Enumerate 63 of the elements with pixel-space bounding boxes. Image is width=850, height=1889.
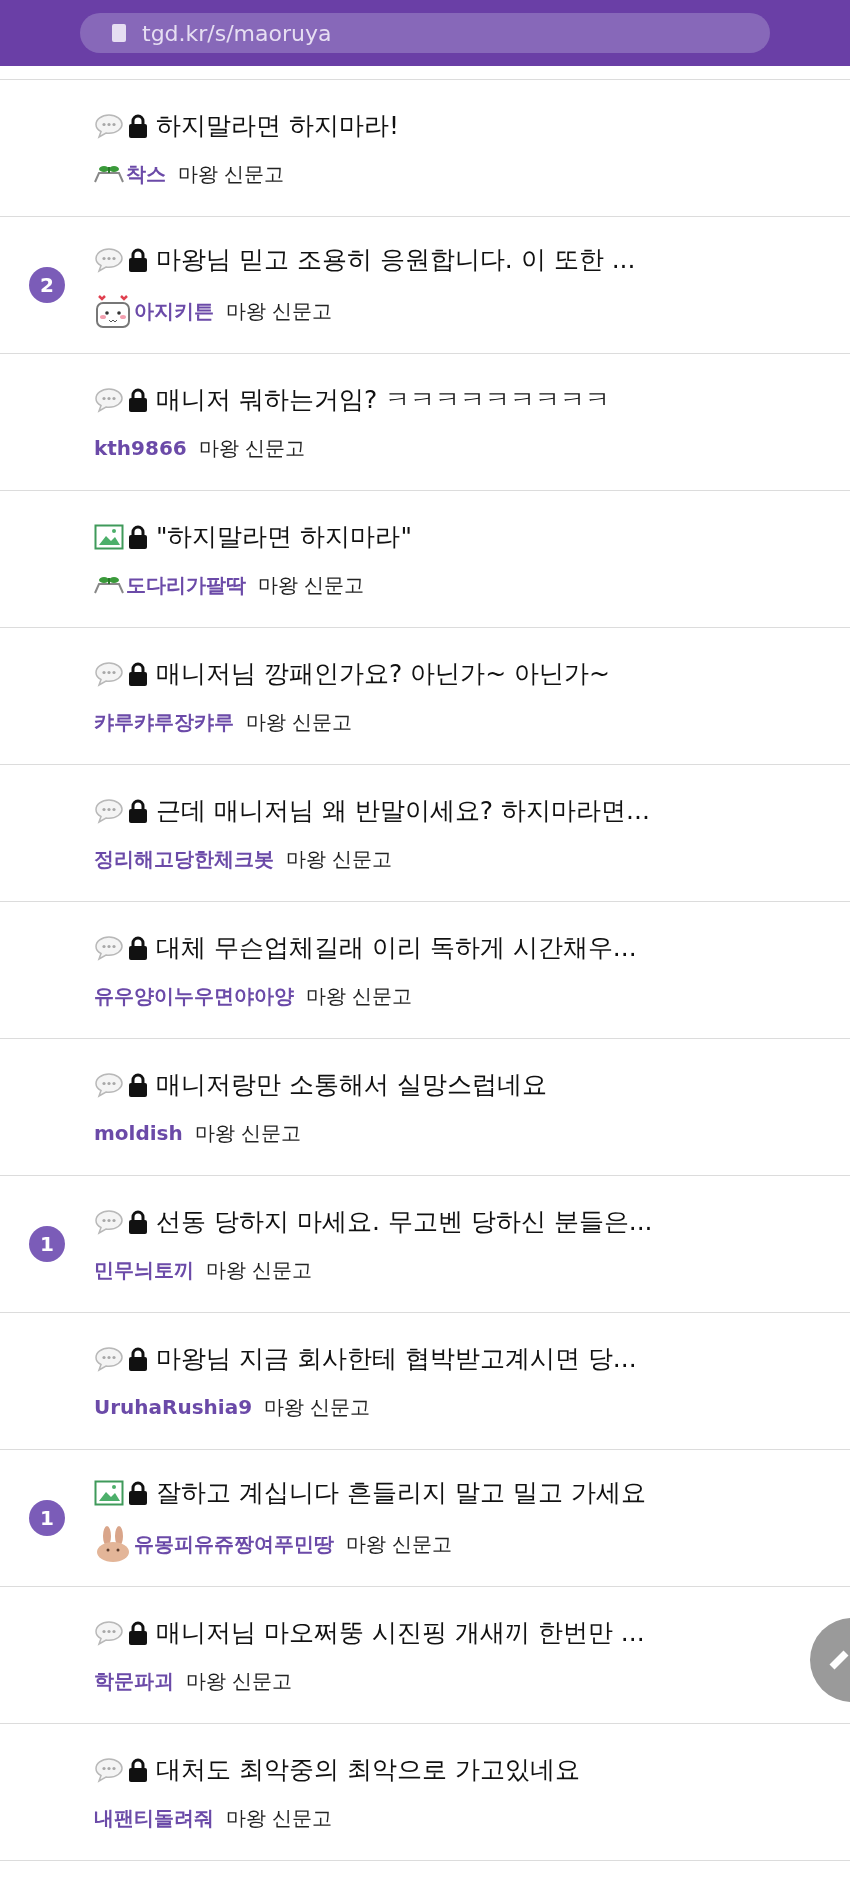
author-name[interactable]: 유몽피유쥬짱여푸민땅 [134,1528,334,1559]
speech-bubble-icon [94,1620,124,1646]
post-title[interactable]: 선동 당하지 마세요. 무고벤 당하신 분들은... [156,1203,653,1241]
board-category: 마왕 신문고 [246,708,353,736]
board-category: 마왕 신문고 [226,1804,333,1832]
post-title[interactable]: 잘하고 계십니다 흔들리지 말고 밀고 가세요 [156,1474,646,1512]
author-name[interactable]: kth9866 [94,432,187,463]
speech-bubble-icon [94,113,124,139]
board-category: 마왕 신문고 [206,1256,313,1284]
author-name[interactable]: 도다리가팔딱 [126,569,246,600]
board-category: 마왕 신문고 [258,571,365,599]
sprout-avatar-icon [94,164,124,183]
url-text: tgd.kr/s/maoruya [142,19,332,48]
board-category: 마왕 신문고 [198,434,306,462]
author-name[interactable]: 학문파괴 [94,1665,174,1696]
page-icon [112,24,126,42]
image-icon [94,1480,124,1506]
board-category: 마왕 신문고 [286,845,393,873]
post-title[interactable]: 마왕님 지금 회사한테 협박받고계시면 당... [156,1340,637,1378]
pencil-icon [828,1649,850,1671]
comment-count-badge: 1 [29,1226,65,1262]
board-category: 마왕 신문고 [306,982,413,1010]
author-name[interactable]: 정리해고당한체크봇 [94,843,274,874]
post-title[interactable]: 하지말라면 하지마라! [156,107,399,145]
post-title[interactable]: 매니저님 깡패인가요? 아닌가~ 아닌가~ [156,655,610,693]
board-category: 마왕 신문고 [186,1667,293,1695]
post-title[interactable]: 매니저 뭐하는거임? ㅋㅋㅋㅋㅋㅋㅋㅋㅋ [156,381,611,419]
speech-bubble-icon [94,247,124,273]
post-title[interactable]: "하지말라면 하지마라" [156,518,412,556]
author-name[interactable]: moldish [94,1117,183,1148]
post-title[interactable]: 매니저랑만 소통해서 실망스럽네요 [156,1066,547,1104]
post-title[interactable]: 대처도 최악중의 최악으로 가고있네요 [156,1751,580,1789]
post-title[interactable]: 마왕님 믿고 조용히 응원합니다. 이 또한 ... [156,241,636,279]
comment-count-badge: 1 [29,1500,65,1536]
board-category: 마왕 신문고 [346,1530,453,1558]
author-name[interactable]: 민무늬토끼 [94,1254,194,1285]
cat-avatar-icon [94,292,132,329]
author-name[interactable]: 유우양이누우면야아양 [94,980,294,1011]
author-name[interactable]: 착스 [126,158,166,189]
post-title[interactable]: 근데 매니저님 왜 반말이세요? 하지마라면... [156,792,650,830]
author-name[interactable]: 아지키튼 [134,295,214,326]
speech-bubble-icon [94,1757,124,1783]
bunny-avatar-icon [94,1525,132,1562]
speech-bubble-icon [94,661,124,687]
speech-bubble-icon [94,798,124,824]
speech-bubble-icon [94,1072,124,1098]
board-category: 마왕 신문고 [194,1119,302,1147]
post-title[interactable]: 대체 무슨업체길래 이리 독하게 시간채우... [156,929,637,967]
comment-count-badge: 2 [29,267,65,303]
speech-bubble-icon [94,935,124,961]
image-icon [94,524,124,550]
speech-bubble-icon [94,387,124,413]
speech-bubble-icon [94,1209,124,1235]
author-name[interactable]: 내팬티돌려줘 [94,1802,214,1833]
author-name[interactable]: UruhaRushia9 [94,1391,253,1422]
author-name[interactable]: 캬루캬루장캬루 [94,706,234,737]
address-field[interactable]: tgd.kr/s/maoruya [80,13,770,53]
board-category: 마왕 신문고 [178,160,285,188]
board-category: 마왕 신문고 [264,1393,371,1421]
post-title[interactable]: 매니저님 마오쩌뚱 시진핑 개새끼 한번만 ... [156,1614,645,1652]
sprout-avatar-icon [94,575,124,594]
speech-bubble-icon [94,1346,124,1372]
board-category: 마왕 신문고 [226,297,333,325]
